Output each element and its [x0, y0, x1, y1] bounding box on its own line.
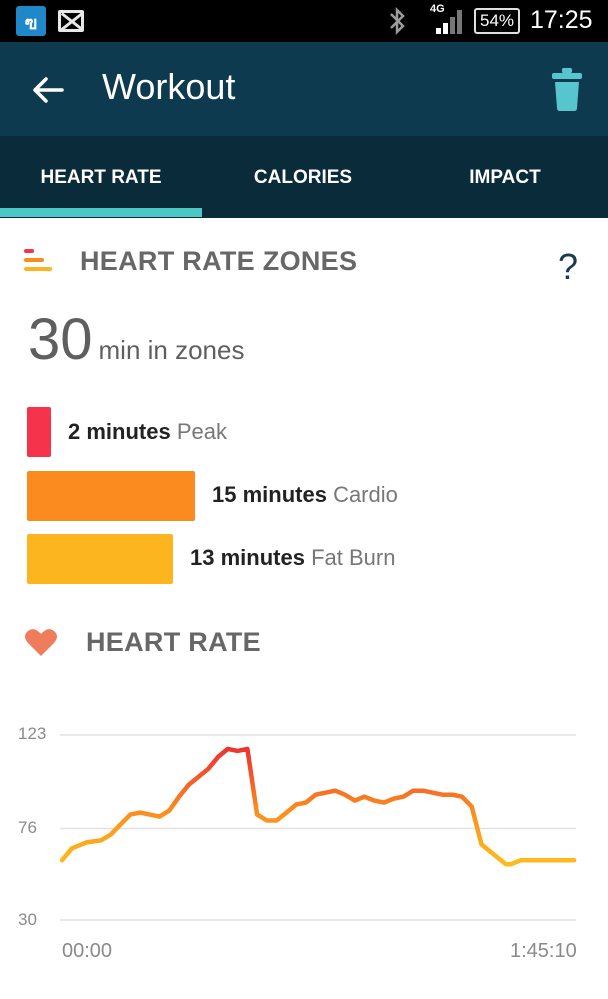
- zone-bar-cardio: [27, 471, 195, 521]
- zone-total-value: 30: [28, 307, 93, 372]
- zone-bar-fat-burn: [27, 534, 173, 584]
- tab-calories[interactable]: CALORIES: [202, 136, 404, 218]
- help-button[interactable]: ?: [552, 246, 584, 290]
- active-tab-indicator: [0, 208, 202, 217]
- tab-heart-rate[interactable]: HEART RATE: [0, 136, 202, 218]
- app-notification-icon: ฃ: [16, 6, 46, 36]
- zone-total: 30 min in zones: [28, 306, 244, 373]
- app-toolbar: Workout: [0, 42, 608, 136]
- mail-notification-icon: [58, 10, 84, 32]
- zones-icon: [24, 249, 54, 273]
- heart-rate-title: HEART RATE: [86, 627, 261, 657]
- zone-label-cardio: 15 minutes Cardio: [212, 482, 398, 507]
- zones-title: HEART RATE ZONES: [80, 246, 358, 276]
- bluetooth-icon: [390, 6, 405, 36]
- x-tick-label-end: 1:45:10: [510, 940, 577, 962]
- zone-label-fat-burn: 13 minutes Fat Burn: [190, 545, 396, 570]
- y-tick-label-123: 123: [18, 724, 47, 743]
- battery-indicator: 54%: [474, 8, 520, 34]
- heart-icon: [25, 629, 57, 656]
- y-tick-label-76: 76: [18, 818, 37, 837]
- zone-bar-peak: [27, 407, 51, 457]
- zone-label-peak: 2 minutes Peak: [68, 419, 227, 444]
- x-tick-label-start: 00:00: [62, 940, 113, 962]
- arrow-left-icon[interactable]: [26, 68, 70, 112]
- zone-total-unit: min in zones: [98, 335, 245, 365]
- tab-impact[interactable]: IMPACT: [404, 136, 606, 218]
- page-title: Workout: [102, 66, 236, 107]
- heart-rate-series-line: [59, 746, 577, 867]
- signal-icon: [436, 10, 466, 34]
- tab-bar: HEART RATE CALORIES IMPACT: [0, 136, 608, 218]
- status-bar: ฃ 4G 54% 17:25: [0, 0, 608, 42]
- clock: 17:25: [530, 6, 593, 34]
- y-tick-label-30: 30: [18, 910, 37, 929]
- trash-icon[interactable]: [550, 66, 584, 112]
